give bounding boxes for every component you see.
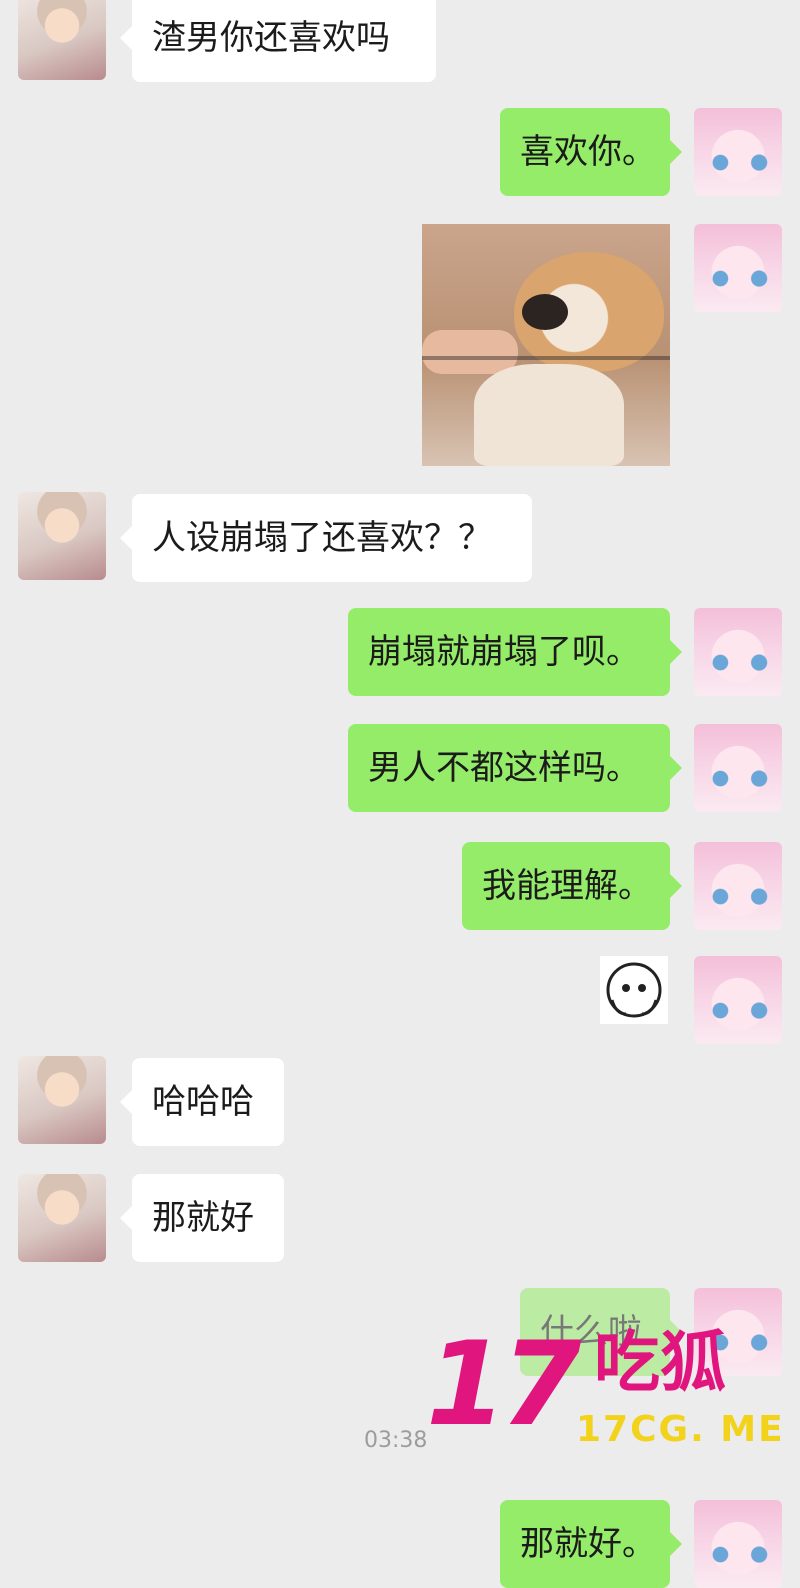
sticker-image[interactable] bbox=[600, 956, 668, 1024]
my-avatar[interactable] bbox=[694, 224, 782, 312]
message-bubble[interactable]: 男人不都这样吗。 bbox=[348, 724, 682, 812]
photo-dog-body bbox=[474, 364, 624, 466]
message-text: 喜欢你。 bbox=[520, 132, 656, 172]
message-text: 哈哈哈 bbox=[152, 1082, 254, 1122]
my-avatar[interactable] bbox=[694, 108, 782, 196]
message-text: 那就好 bbox=[152, 1198, 254, 1238]
watermark-logo: 17 吃狐 17CG. ME bbox=[426, 1320, 786, 1460]
message-text: 崩塌就崩塌了呗。 bbox=[368, 632, 640, 672]
message-text: 男人不都这样吗。 bbox=[368, 748, 640, 788]
message-text: 人设崩塌了还喜欢？？ bbox=[152, 518, 492, 558]
photo-hand bbox=[422, 330, 518, 374]
my-avatar[interactable] bbox=[694, 1500, 782, 1588]
message-bubble[interactable]: 崩塌就崩塌了呗。 bbox=[348, 608, 682, 696]
dog-photo[interactable] bbox=[422, 224, 670, 466]
message-bubble[interactable]: 我能理解。 bbox=[462, 842, 682, 930]
message-bubble[interactable]: 哈哈哈 bbox=[120, 1058, 284, 1146]
contact-avatar[interactable] bbox=[18, 0, 106, 80]
message-text: 那就好。 bbox=[520, 1524, 656, 1564]
my-avatar[interactable] bbox=[694, 724, 782, 812]
contact-avatar[interactable] bbox=[18, 1174, 106, 1262]
watermark-chinese: 吃狐 bbox=[594, 1324, 726, 1401]
message-timestamp: 03:38 bbox=[364, 1428, 428, 1453]
my-avatar[interactable] bbox=[694, 842, 782, 930]
message-bubble[interactable]: 那就好。 bbox=[500, 1500, 682, 1588]
message-bubble[interactable]: 渣男你还喜欢吗 bbox=[120, 0, 436, 82]
message-text: 我能理解。 bbox=[482, 866, 652, 906]
my-avatar[interactable] bbox=[694, 956, 782, 1044]
contact-avatar[interactable] bbox=[18, 492, 106, 580]
sticker-face-icon bbox=[600, 956, 668, 1024]
photo-dog-nose bbox=[522, 294, 568, 330]
message-bubble[interactable]: 那就好 bbox=[120, 1174, 284, 1262]
message-bubble[interactable]: 喜欢你。 bbox=[500, 108, 682, 196]
message-text: 渣男你还喜欢吗 bbox=[152, 18, 390, 58]
photo-divider bbox=[422, 356, 670, 360]
message-bubble[interactable]: 人设崩塌了还喜欢？？ bbox=[120, 494, 532, 582]
contact-avatar[interactable] bbox=[18, 1056, 106, 1144]
my-avatar[interactable] bbox=[694, 608, 782, 696]
watermark-site: 17CG. ME bbox=[576, 1409, 785, 1450]
watermark-number: 17 bbox=[426, 1317, 581, 1452]
